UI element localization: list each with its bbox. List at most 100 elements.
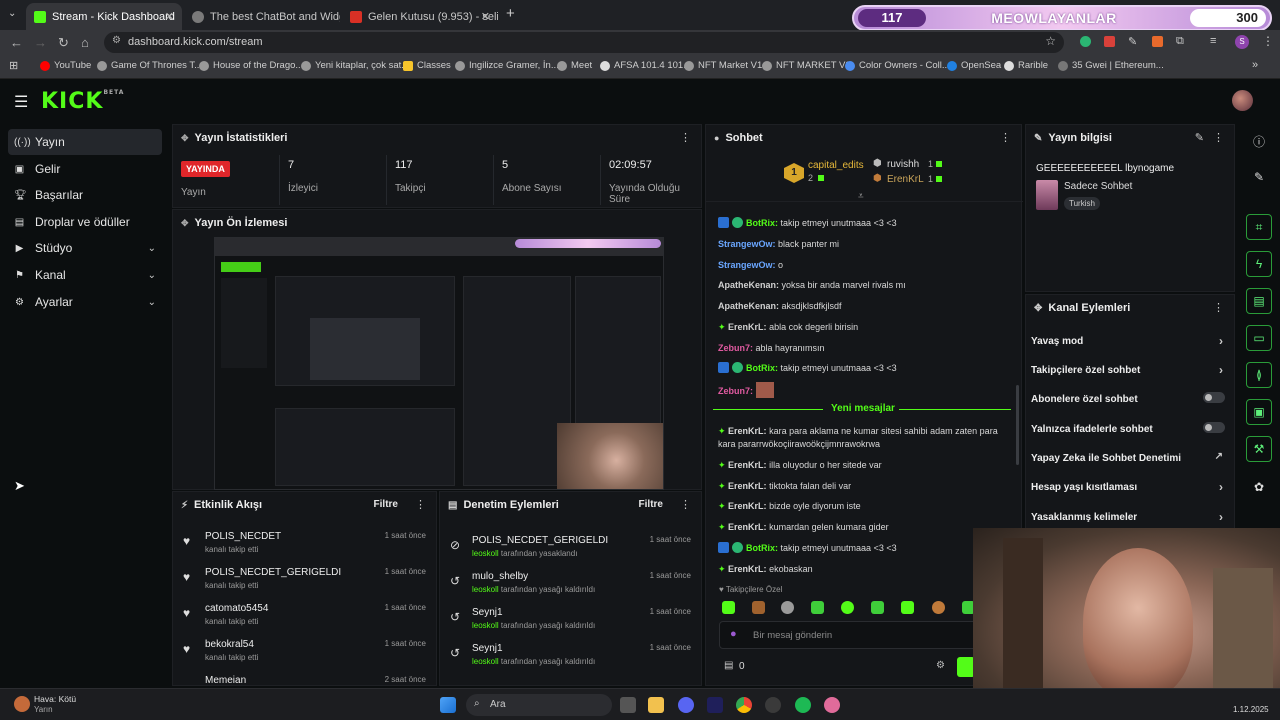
new-tab-button[interactable]: + bbox=[506, 5, 515, 22]
profile-avatar-icon[interactable]: S bbox=[1235, 35, 1249, 49]
category-name[interactable]: Sadece Sohbet bbox=[1064, 181, 1132, 192]
chat-icon[interactable]: ▭ bbox=[1246, 325, 1272, 351]
bookmark-item[interactable]: 35 Gwei | Ethereum... bbox=[1058, 60, 1164, 71]
broadcast-icon[interactable]: ≬ bbox=[1246, 362, 1272, 388]
category-thumbnail[interactable] bbox=[1036, 180, 1058, 210]
obs-icon[interactable] bbox=[765, 697, 781, 713]
windows-start-icon[interactable] bbox=[440, 697, 456, 713]
moderator-name[interactable]: leoskoll bbox=[472, 657, 499, 666]
moderator-name[interactable]: leoskoll bbox=[472, 585, 499, 594]
event-user[interactable]: POLIS_NECDET bbox=[205, 531, 281, 542]
chat-username[interactable]: Zebun7: bbox=[718, 343, 753, 353]
action-slow-mode[interactable]: Yavaş mod › bbox=[1031, 334, 1227, 348]
chat-username[interactable]: ApatheKenan: bbox=[718, 301, 779, 311]
tab-chatbot[interactable]: The best ChatBot and Widgets f bbox=[184, 3, 340, 30]
chat-username[interactable]: ErenKrL: bbox=[728, 522, 767, 532]
emote-icon[interactable] bbox=[841, 601, 854, 614]
event-user[interactable]: catomato5454 bbox=[205, 603, 268, 614]
chat-username[interactable]: BotRix: bbox=[746, 543, 778, 553]
kick-logo[interactable]: KICKBETA bbox=[41, 89, 124, 114]
emote-icon[interactable] bbox=[871, 601, 884, 614]
close-tab-icon[interactable]: ✕ bbox=[165, 10, 174, 23]
bookmark-item[interactable]: OpenSea bbox=[947, 60, 1001, 71]
action-followers-only[interactable]: Takipçilere özel sohbet › bbox=[1031, 363, 1227, 377]
sidebar-item-ayarlar[interactable]: ⚙ Ayarlar ⌄ bbox=[8, 289, 162, 315]
emote-icon[interactable] bbox=[811, 601, 824, 614]
emote-icon[interactable] bbox=[752, 601, 765, 614]
crop-icon[interactable]: ⌗ bbox=[1246, 214, 1272, 240]
bookmark-item[interactable]: NFT MARKET V2 bbox=[762, 60, 851, 71]
chat-username[interactable]: BotRix: bbox=[746, 218, 778, 228]
bookmark-item[interactable]: Yeni kitaplar, çok sat... bbox=[301, 60, 409, 71]
close-tab-icon[interactable]: ✕ bbox=[481, 10, 490, 23]
edit-icon[interactable]: ✎ bbox=[1195, 131, 1204, 144]
chrome-icon[interactable] bbox=[736, 697, 752, 713]
drag-handle-icon[interactable]: ✥ bbox=[181, 133, 189, 144]
more-options-icon[interactable]: ⋮ bbox=[680, 498, 691, 511]
chat-username[interactable]: StrangewOw: bbox=[718, 239, 776, 249]
bookmark-item[interactable]: Meet bbox=[557, 60, 592, 71]
top-chatter-name[interactable]: ErenKrL bbox=[887, 174, 924, 185]
chat-username[interactable]: ErenKrL: bbox=[728, 501, 767, 511]
hamburger-menu-icon[interactable]: ☰ bbox=[14, 92, 28, 112]
apps-grid-icon[interactable]: ⊞ bbox=[9, 59, 18, 72]
reload-icon[interactable]: ↻ bbox=[58, 35, 69, 51]
tab-kick-dashboard[interactable]: Stream - Kick Dashboard ✕ bbox=[26, 3, 182, 30]
user-avatar[interactable] bbox=[1232, 90, 1253, 111]
premiere-icon[interactable] bbox=[707, 697, 723, 713]
mod-target-user[interactable]: mulo_shelby bbox=[472, 571, 528, 582]
chat-settings-icon[interactable]: ⚙ bbox=[936, 660, 945, 671]
forward-icon[interactable]: → bbox=[34, 35, 47, 50]
bookmark-item[interactable]: House of the Drago... bbox=[199, 60, 303, 71]
bookmark-item[interactable]: AFSA 101.4 101.4 bbox=[600, 60, 691, 71]
discord-icon[interactable] bbox=[678, 697, 694, 713]
stream-preview-video[interactable] bbox=[214, 237, 664, 490]
bookmark-item[interactable]: NFT Market V1 bbox=[684, 60, 762, 71]
chat-username[interactable]: BotRix: bbox=[746, 363, 778, 373]
toggle-switch[interactable] bbox=[1203, 392, 1225, 403]
more-options-icon[interactable]: ⋮ bbox=[680, 131, 691, 144]
document-icon[interactable]: ▤ bbox=[1246, 288, 1272, 314]
lightning-icon[interactable]: ϟ bbox=[1246, 251, 1272, 277]
chat-input[interactable]: ● Bir mesaj gönderin bbox=[719, 621, 1009, 649]
more-options-icon[interactable]: ⋮ bbox=[1213, 301, 1224, 314]
top-chatter-name[interactable]: ruvishh bbox=[887, 159, 919, 170]
filter-button[interactable]: Filtre bbox=[639, 499, 663, 510]
action-account-age[interactable]: Hesap yaşı kısıtlaması › bbox=[1031, 480, 1227, 494]
toggle-switch[interactable] bbox=[1203, 422, 1225, 433]
top-chatter-name[interactable]: capital_edits bbox=[808, 160, 864, 171]
chat-username[interactable]: ErenKrL: bbox=[728, 481, 767, 491]
event-user[interactable]: POLIS_NECDET_GERIGELDI bbox=[205, 567, 341, 578]
more-options-icon[interactable]: ⋮ bbox=[1000, 131, 1011, 144]
moderator-name[interactable]: leoskoll bbox=[472, 549, 499, 558]
drag-handle-icon[interactable]: ✥ bbox=[181, 218, 189, 229]
sidebar-item-yayin[interactable]: ((·)) Yayın bbox=[8, 129, 162, 155]
edit-icon[interactable]: ✎ bbox=[1246, 165, 1272, 191]
filter-button[interactable]: Filtre bbox=[374, 499, 398, 510]
new-messages-divider[interactable]: Yeni mesajlar bbox=[713, 402, 1011, 416]
mod-target-user[interactable]: Seynj1 bbox=[472, 607, 503, 618]
bookmark-item[interactable]: Color Owners - Coll... bbox=[845, 60, 950, 71]
event-user[interactable]: bekokral54 bbox=[205, 639, 254, 650]
taskbar-search[interactable]: ⌕ Ara bbox=[466, 694, 612, 716]
task-view-icon[interactable] bbox=[620, 697, 636, 713]
action-emotes-only[interactable]: Yalnızca ifadelerle sohbet bbox=[1031, 422, 1227, 435]
sidebar-item-kanal[interactable]: ⚑ Kanal ⌄ bbox=[8, 262, 162, 288]
file-explorer-icon[interactable] bbox=[648, 697, 664, 713]
sidebar-item-basarilar[interactable]: 🏆︎ Başarılar bbox=[8, 182, 162, 208]
menu-list-icon[interactable]: ≡ bbox=[1210, 35, 1216, 47]
sidebar-item-gelir[interactable]: ▣ Gelir bbox=[8, 156, 162, 182]
pen-extension-icon[interactable]: ✎ bbox=[1128, 35, 1137, 48]
extension-icon[interactable] bbox=[1080, 36, 1091, 47]
site-info-icon[interactable]: ⚙ bbox=[112, 35, 121, 46]
chat-username[interactable]: ErenKrL: bbox=[728, 564, 767, 574]
emote-icon[interactable] bbox=[932, 601, 945, 614]
action-ai-moderation[interactable]: Yapay Zeka ile Sohbet Denetimi ↗ bbox=[1031, 451, 1227, 464]
emote-icon[interactable] bbox=[722, 601, 735, 614]
tab-list-chevron-icon[interactable]: ⌄ bbox=[8, 8, 16, 19]
address-bar[interactable]: ⚙ dashboard.kick.com/stream ☆ bbox=[104, 32, 1064, 53]
bookmark-item[interactable]: YouTube bbox=[40, 60, 91, 71]
bookmark-item[interactable]: Game Of Thrones T... bbox=[97, 60, 202, 71]
more-bookmarks-icon[interactable]: » bbox=[1252, 59, 1258, 71]
monitor-icon[interactable]: ▣ bbox=[1246, 399, 1272, 425]
